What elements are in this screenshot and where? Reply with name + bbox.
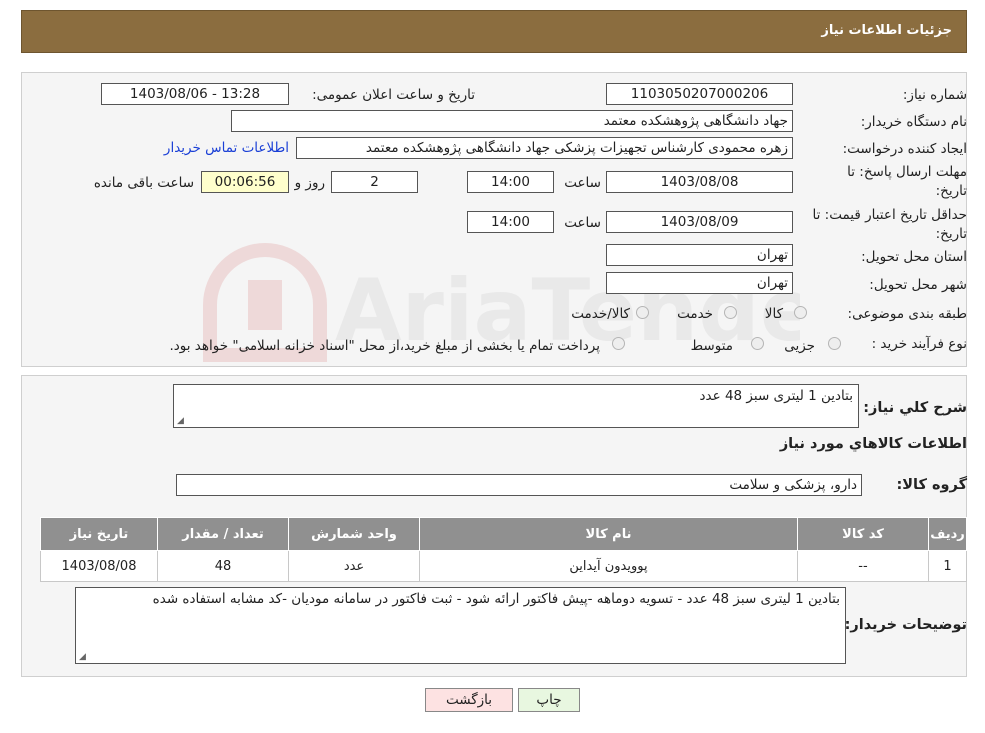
process-radio-medium[interactable] bbox=[751, 337, 764, 350]
category-radio-goods[interactable] bbox=[794, 306, 807, 319]
cell-item-name: پوویدون آیداین bbox=[419, 550, 798, 582]
price-validity-time: 14:00 bbox=[467, 211, 554, 233]
buyer-notes-textarea[interactable]: بتادین 1 لیتری سبز 48 عدد - تسویه دوماهه… bbox=[75, 587, 846, 664]
response-time-label: ساعت bbox=[564, 175, 601, 191]
cell-unit: عدد bbox=[288, 550, 420, 582]
city-field: تهران bbox=[606, 272, 793, 294]
process-radio-minor[interactable] bbox=[828, 337, 841, 350]
response-deadline-date: 1403/08/08 bbox=[606, 171, 793, 193]
table-row: 1 -- پوویدون آیداین عدد 48 1403/08/08 bbox=[40, 550, 967, 582]
summary-value: بتادین 1 لیتری سبز 48 عدد bbox=[699, 388, 854, 404]
col-need-date: تاریخ نیاز bbox=[40, 517, 158, 551]
buyer-notes-label: توضیحات خریدار: bbox=[844, 617, 967, 633]
province-label: استان محل تحویل: bbox=[861, 249, 967, 265]
category-label: طبقه بندی موضوعی: bbox=[847, 306, 967, 322]
items-table: ردیف کد کالا نام کالا واحد شمارش تعداد /… bbox=[40, 517, 967, 582]
resize-grip-icon: ◢ bbox=[177, 416, 184, 426]
summary-label: شرح کلي نياز: bbox=[863, 400, 967, 416]
page-header: جزئیات اطلاعات نیاز bbox=[21, 10, 967, 53]
process-radio-treasury[interactable] bbox=[612, 337, 625, 350]
city-label: شهر محل تحویل: bbox=[869, 277, 967, 293]
requester-field: زهره محمودی کارشناس تجهیزات پزشکی جهاد د… bbox=[296, 137, 793, 159]
need-number-field: 1103050207000206 bbox=[606, 83, 793, 105]
requester-label: ایجاد کننده درخواست: bbox=[842, 141, 967, 157]
category-option-service: خدمت bbox=[677, 306, 713, 322]
response-deadline-time: 14:00 bbox=[467, 171, 554, 193]
response-deadline-label: مهلت ارسال پاسخ: تا تاریخ: bbox=[847, 164, 967, 199]
items-section-title: اطلاعات کالاهاي مورد نياز bbox=[779, 436, 967, 452]
price-validity-time-label: ساعت bbox=[564, 215, 601, 231]
price-validity-date: 1403/08/09 bbox=[606, 211, 793, 233]
days-label: روز و bbox=[294, 175, 325, 191]
col-row-number: ردیف bbox=[928, 517, 967, 551]
summary-textarea[interactable]: بتادین 1 لیتری سبز 48 عدد ◢ bbox=[173, 384, 859, 428]
announce-datetime-label: تاریخ و ساعت اعلان عمومی: bbox=[312, 87, 475, 103]
buyer-org-label: نام دستگاه خریدار: bbox=[860, 114, 967, 130]
cell-quantity: 48 bbox=[157, 550, 289, 582]
category-option-goods-service: کالا/خدمت bbox=[571, 306, 630, 322]
col-unit: واحد شمارش bbox=[288, 517, 420, 551]
category-option-goods: کالا bbox=[764, 306, 783, 322]
need-number-label: شماره نیاز: bbox=[902, 87, 967, 103]
cell-row-number: 1 bbox=[928, 550, 967, 582]
category-radio-goods-service[interactable] bbox=[636, 306, 649, 319]
response-days-field: 2 bbox=[331, 171, 418, 193]
purchase-process-label: نوع فرآیند خرید : bbox=[871, 336, 967, 352]
cell-need-date: 1403/08/08 bbox=[40, 550, 158, 582]
cell-item-code: -- bbox=[797, 550, 929, 582]
buyer-notes-value: بتادین 1 لیتری سبز 48 عدد - تسویه دوماهه… bbox=[152, 591, 840, 607]
price-validity-label: حداقل تاریخ اعتبار قیمت: تا تاریخ: bbox=[812, 207, 967, 242]
goods-group-field: دارو، پزشکی و سلامت bbox=[176, 474, 862, 496]
back-button[interactable]: بازگشت bbox=[425, 688, 513, 712]
col-quantity: تعداد / مقدار bbox=[157, 517, 289, 551]
remaining-time-field: 00:06:56 bbox=[201, 171, 289, 193]
purchase-process-note: پرداخت تمام یا بخشی از مبلغ خرید،از محل … bbox=[169, 338, 600, 354]
page-title: جزئیات اطلاعات نیاز bbox=[821, 23, 952, 38]
buyer-org-field: جهاد دانشگاهی پژوهشکده معتمد bbox=[231, 110, 793, 132]
col-item-code: کد کالا bbox=[797, 517, 929, 551]
category-radio-service[interactable] bbox=[724, 306, 737, 319]
col-item-name: نام کالا bbox=[419, 517, 798, 551]
province-field: تهران bbox=[606, 244, 793, 266]
resize-grip-icon: ◢ bbox=[79, 652, 86, 662]
items-table-header: ردیف کد کالا نام کالا واحد شمارش تعداد /… bbox=[40, 517, 967, 551]
process-option-minor: جزیی bbox=[784, 338, 815, 354]
print-button[interactable]: چاپ bbox=[518, 688, 580, 712]
remaining-time-label: ساعت باقی مانده bbox=[93, 175, 194, 191]
goods-group-label: گروه کالا: bbox=[896, 477, 967, 493]
buyer-contact-link[interactable]: اطلاعات تماس خریدار bbox=[164, 140, 289, 156]
process-option-medium: متوسط bbox=[690, 338, 733, 354]
announce-datetime-field: 1403/08/06 - 13:28 bbox=[101, 83, 289, 105]
